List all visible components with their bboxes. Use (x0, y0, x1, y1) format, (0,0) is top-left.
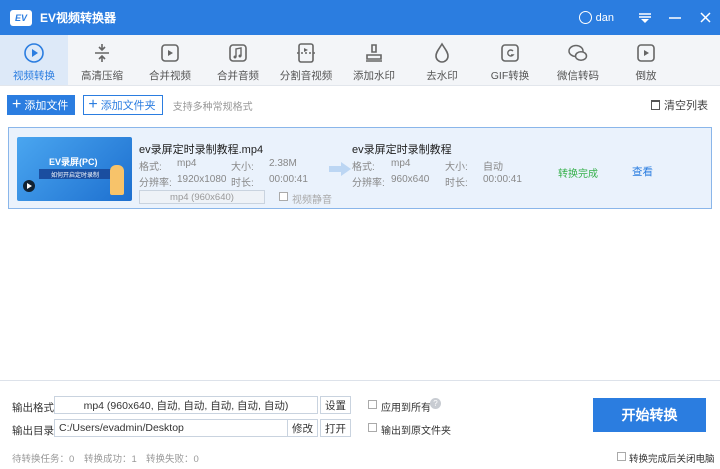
open-button[interactable]: 打开 (320, 419, 351, 437)
action-row: + 添加文件 + 添加文件夹 支持多种常规格式 清空列表 (0, 86, 720, 124)
tab-label: 微信转码 (557, 70, 599, 82)
add-file-label: 添加文件 (24, 100, 69, 112)
add-file-button[interactable]: + 添加文件 (7, 95, 76, 115)
apply-all-label: 应用到所有 (381, 403, 431, 414)
source-duration: 00:00:41 (269, 174, 308, 185)
video-convert-icon (24, 43, 44, 63)
source-size-label: 大小: (231, 162, 254, 173)
output-format-label: 输出格式 (12, 402, 54, 414)
settings-button[interactable]: 设置 (320, 396, 351, 414)
source-format-label: 格式: (139, 162, 162, 173)
thumbnail-title: EV录屏(PC) (49, 157, 98, 167)
output-duration-label: 时长: (445, 178, 468, 189)
shutdown-label: 转换完成后关闭电脑 (629, 454, 715, 465)
success-count: 转换成功：1 (84, 454, 137, 465)
tab-split[interactable]: 分割音视频 (272, 35, 340, 85)
failed-count: 转换失败：0 (146, 454, 199, 465)
tab-label: GIF转换 (490, 70, 530, 82)
output-format-label: 格式: (352, 162, 375, 173)
gif-icon (501, 44, 519, 62)
tab-gif[interactable]: GIF转换 (476, 35, 544, 85)
drop-icon (435, 42, 449, 63)
tab-reverse[interactable]: 倒放 (612, 35, 680, 85)
arrow-right-icon (329, 162, 351, 176)
merge-audio-icon (229, 44, 247, 62)
output-format: mp4 (391, 158, 411, 169)
video-thumbnail[interactable]: EV录屏(PC) 如何开启定时录制 (17, 137, 132, 201)
mute-checkbox[interactable] (279, 192, 288, 201)
output-file-name: ev录屏定时录制教程 (352, 144, 452, 156)
stamp-icon (366, 44, 382, 62)
output-resolution: 960x640 (391, 174, 430, 185)
to-source-checkbox[interactable] (368, 423, 377, 432)
tab-add-watermark[interactable]: 添加水印 (340, 35, 408, 85)
clear-list-button[interactable]: 清空列表 (651, 97, 708, 113)
tab-label: 合并视频 (149, 70, 191, 82)
user-name[interactable]: dan (596, 12, 614, 24)
tab-remove-watermark[interactable]: 去水印 (408, 35, 476, 85)
app-logo: EV (10, 9, 32, 26)
play-icon[interactable] (23, 180, 35, 192)
source-resolution: 1920x1080 (177, 174, 227, 185)
preset-select[interactable]: mp4 (960x640) (139, 190, 265, 204)
tab-label: 添加水印 (353, 70, 395, 82)
wechat-icon (568, 44, 588, 61)
reverse-icon (637, 44, 655, 62)
minimize-icon[interactable] (660, 0, 690, 35)
thumbnail-subtitle: 如何开启定时录制 (39, 169, 111, 179)
tab-video-convert[interactable]: 视频转换 (0, 35, 68, 85)
tab-label: 去水印 (426, 70, 458, 82)
clear-list-label: 清空列表 (664, 100, 708, 112)
tab-label: 倒放 (635, 70, 657, 82)
tab-label: 高清压缩 (81, 70, 123, 82)
tab-merge-audio[interactable]: 合并音频 (204, 35, 272, 85)
add-folder-label: 添加文件夹 (100, 100, 156, 112)
apply-all-checkbox[interactable] (368, 400, 377, 409)
compress-icon (95, 44, 109, 62)
output-duration: 00:00:41 (483, 174, 522, 185)
output-size-label: 大小: (445, 162, 468, 173)
output-dir-field[interactable]: C:/Users/evadmin/Desktop (54, 419, 318, 437)
list-item[interactable]: EV录屏(PC) 如何开启定时录制 ev录屏定时录制教程.mp4 格式: mp4… (8, 127, 712, 209)
split-icon (297, 43, 315, 63)
source-size: 2.38M (269, 158, 297, 169)
source-file-name: ev录屏定时录制教程.mp4 (139, 144, 264, 156)
trash-icon (651, 100, 660, 110)
status-badge: 转换完成 (558, 169, 598, 180)
title-bar: EV EV视频转换器 dan (0, 0, 720, 35)
view-link[interactable]: 查看 (632, 164, 653, 179)
close-icon[interactable] (690, 0, 720, 35)
plus-icon: + (88, 96, 98, 113)
pending-count: 待转换任务：0 (12, 454, 75, 465)
tab-merge-video[interactable]: 合并视频 (136, 35, 204, 85)
tab-label: 视频转换 (13, 70, 55, 82)
shutdown-checkbox[interactable] (617, 452, 626, 461)
help-icon[interactable]: ? (430, 398, 441, 409)
menu-icon[interactable] (630, 0, 660, 35)
source-format: mp4 (177, 158, 197, 169)
to-source-label: 输出到原文件夹 (381, 426, 451, 437)
person-illustration (110, 165, 124, 195)
format-hint: 支持多种常规格式 (172, 101, 253, 113)
tab-label: 合并音频 (217, 70, 259, 82)
tab-label: 分割音视频 (279, 70, 333, 82)
app-title: EV视频转换器 (40, 11, 117, 25)
start-convert-button[interactable]: 开始转换 (593, 398, 706, 432)
add-folder-button[interactable]: + 添加文件夹 (83, 95, 163, 115)
tab-wechat[interactable]: 微信转码 (544, 35, 612, 85)
modify-button[interactable]: 修改 (287, 419, 318, 437)
tab-compress[interactable]: 高清压缩 (68, 35, 136, 85)
output-size: 自动 (483, 162, 503, 173)
merge-video-icon (161, 44, 179, 62)
bottom-panel: 输出格式 mp4 (960x640, 自动, 自动, 自动, 自动, 自动) 设… (0, 380, 720, 469)
output-format-field[interactable]: mp4 (960x640, 自动, 自动, 自动, 自动, 自动) (54, 396, 318, 414)
plus-icon: + (12, 96, 22, 113)
source-resolution-label: 分辨率: (139, 178, 172, 189)
mute-label: 视频静音 (292, 195, 332, 206)
output-dir-label: 输出目录 (12, 425, 54, 437)
output-resolution-label: 分辨率: (352, 178, 385, 189)
source-duration-label: 时长: (231, 178, 254, 189)
feature-toolbar: 视频转换 高清压缩 合并视频 合并音频 分割音视频 添加水印 去水印 GIF转换… (0, 35, 720, 86)
user-icon[interactable] (578, 11, 592, 24)
